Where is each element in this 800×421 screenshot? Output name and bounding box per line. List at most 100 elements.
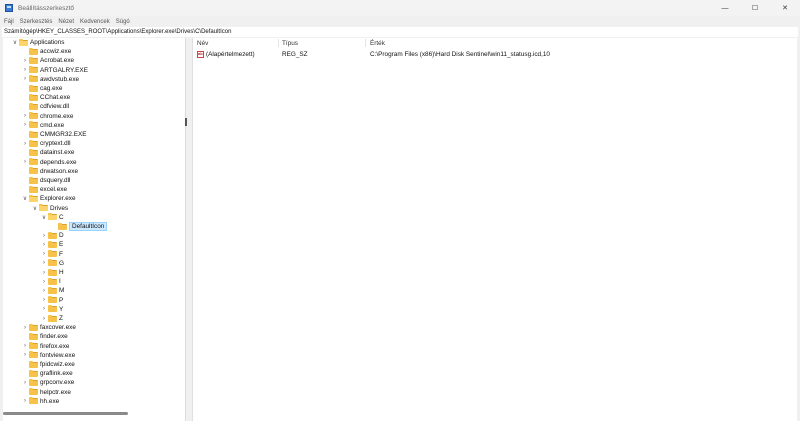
menu-help[interactable]: Súgó (116, 19, 130, 25)
chevron-right-icon[interactable]: › (41, 297, 47, 303)
folder-icon (29, 66, 38, 74)
chevron-right-icon[interactable]: › (41, 288, 47, 294)
tree-item[interactable]: › D (41, 231, 64, 240)
chevron-right-icon[interactable]: › (22, 343, 28, 349)
tree-horizontal-scrollbar[interactable] (3, 412, 128, 415)
tree-item[interactable]: ∨ Drives (32, 204, 68, 213)
tree-item[interactable]: › ARTGALRY.EXE (22, 66, 88, 75)
tree-item-label: CMMGR32.EXE (40, 131, 87, 139)
chevron-right-icon[interactable]: › (22, 76, 28, 82)
tree-item[interactable]: dsquery.dll (22, 176, 70, 185)
tree-item[interactable]: › G (41, 259, 64, 268)
column-header-name[interactable]: Név (197, 38, 208, 48)
tree-item[interactable]: › P (41, 296, 63, 305)
tree-item[interactable]: › cmd.exe (22, 121, 64, 130)
tree-item[interactable]: ∨ C (41, 213, 64, 222)
chevron-right-icon[interactable]: › (41, 306, 47, 312)
tree-item-label: awdvstub.exe (40, 75, 80, 83)
tree-item[interactable]: › firefox.exe (22, 342, 69, 351)
menu-view[interactable]: Nézet (58, 19, 74, 25)
chevron-right-icon[interactable]: › (22, 141, 28, 147)
tree-item[interactable]: › hh.exe (22, 397, 59, 406)
close-button[interactable]: ✕ (770, 0, 800, 16)
chevron-right-icon[interactable]: › (22, 159, 28, 165)
tree-item[interactable]: › Acrobat.exe (22, 56, 74, 65)
chevron-right-icon[interactable]: › (41, 270, 47, 276)
chevron-right-icon[interactable]: › (22, 380, 28, 386)
tree-item[interactable]: › fontview.exe (22, 351, 75, 360)
tree-item[interactable]: datainst.exe (22, 148, 74, 157)
tree-item[interactable]: cdfview.dll (22, 102, 69, 111)
tree-item-label: cdfview.dll (40, 103, 70, 111)
value-row[interactable]: (Alapértelmezett) REG_SZ C:\Program File… (193, 50, 793, 59)
minimize-button[interactable]: — (710, 0, 740, 16)
chevron-right-icon[interactable]: › (22, 67, 28, 73)
tree-item[interactable]: › F (41, 250, 63, 259)
tree-item[interactable]: CMMGR32.EXE (22, 130, 87, 139)
tree-item[interactable]: › depends.exe (22, 158, 77, 167)
chevron-right-icon[interactable]: › (22, 398, 28, 404)
chevron-right-icon[interactable]: › (41, 316, 47, 322)
tree-item[interactable]: › E (41, 240, 63, 249)
chevron-down-icon[interactable]: ∨ (41, 214, 47, 221)
tree-item[interactable]: › cryptext.dll (22, 139, 71, 148)
menu-file[interactable]: Fájl (4, 19, 14, 25)
menu-edit[interactable]: Szerkesztés (20, 19, 53, 25)
tree-item[interactable]: › grpconv.exe (22, 378, 74, 387)
chevron-down-icon[interactable]: ∨ (32, 205, 38, 212)
chevron-right-icon[interactable]: › (41, 242, 47, 248)
tree-item[interactable]: ∨ Explorer.exe (22, 194, 76, 203)
chevron-right-icon[interactable]: › (41, 233, 47, 239)
column-header-type[interactable]: Típus (282, 38, 298, 48)
maximize-button[interactable]: ☐ (740, 0, 770, 16)
tree-item-label: finder.exe (40, 333, 68, 341)
tree-item[interactable]: › chrome.exe (22, 112, 73, 121)
tree-item[interactable]: helpctr.exe (22, 388, 71, 397)
tree-item[interactable]: › H (41, 268, 64, 277)
chevron-right-icon[interactable]: › (41, 251, 47, 257)
tree-item[interactable]: drwatson.exe (22, 167, 78, 176)
value-type: REG_SZ (282, 51, 308, 58)
tree-item[interactable]: › awdvstub.exe (22, 75, 79, 84)
chevron-right-icon[interactable]: › (22, 58, 28, 64)
folder-icon (29, 93, 38, 101)
tree-item[interactable]: › M (41, 286, 64, 295)
address-bar[interactable]: Számítógép\HKEY_CLASSES_ROOT\Application… (2, 27, 798, 37)
pane-splitter[interactable] (185, 118, 187, 126)
column-divider[interactable] (278, 39, 279, 47)
chevron-down-icon[interactable]: ∨ (12, 39, 18, 46)
tree-item[interactable]: ∨ Applications (12, 38, 64, 47)
tree-item[interactable]: accwiz.exe (22, 47, 71, 56)
tree-item[interactable]: › Y (41, 305, 63, 314)
folder-icon (58, 222, 67, 230)
tree-item[interactable]: graflink.exe (22, 369, 73, 378)
tree-item[interactable]: › faxcover.exe (22, 323, 76, 332)
chevron-right-icon[interactable]: › (22, 325, 28, 331)
folder-icon (29, 139, 38, 147)
folder-icon (29, 148, 38, 156)
title-bar: Beállításszerkesztő — ☐ ✕ (0, 0, 800, 16)
tree-item[interactable]: DefaultIcon (51, 222, 108, 232)
tree-item[interactable]: excel.exe (22, 185, 67, 194)
menu-favorites[interactable]: Kedvencek (80, 19, 110, 25)
tree-item[interactable]: CChat.exe (22, 93, 70, 102)
chevron-down-icon[interactable]: ∨ (22, 195, 28, 202)
chevron-right-icon[interactable]: › (22, 122, 28, 128)
tree-item-label: Z (59, 315, 63, 323)
tree-item[interactable]: fpidcwiz.exe (22, 360, 75, 369)
column-divider[interactable] (365, 39, 366, 47)
folder-icon (29, 323, 38, 331)
tree-item-label: cryptext.dll (40, 140, 71, 148)
tree-item[interactable]: › I (41, 277, 61, 286)
chevron-right-icon[interactable]: › (22, 113, 28, 119)
column-header-data[interactable]: Érték (370, 38, 385, 48)
tree-item[interactable]: finder.exe (22, 332, 68, 341)
tree-item[interactable]: cag.exe (22, 84, 62, 93)
values-list-pane[interactable]: Név Típus Érték (Alapértelmezett) REG_SZ… (192, 38, 797, 421)
chevron-right-icon[interactable]: › (22, 352, 28, 358)
folder-icon (29, 360, 38, 368)
chevron-right-icon[interactable]: › (41, 260, 47, 266)
key-tree-pane[interactable]: ∨ Applications accwiz.exe › Acrobat.exe › ARTG… (3, 38, 186, 421)
chevron-right-icon[interactable]: › (41, 279, 47, 285)
tree-item[interactable]: › Z (41, 314, 63, 323)
